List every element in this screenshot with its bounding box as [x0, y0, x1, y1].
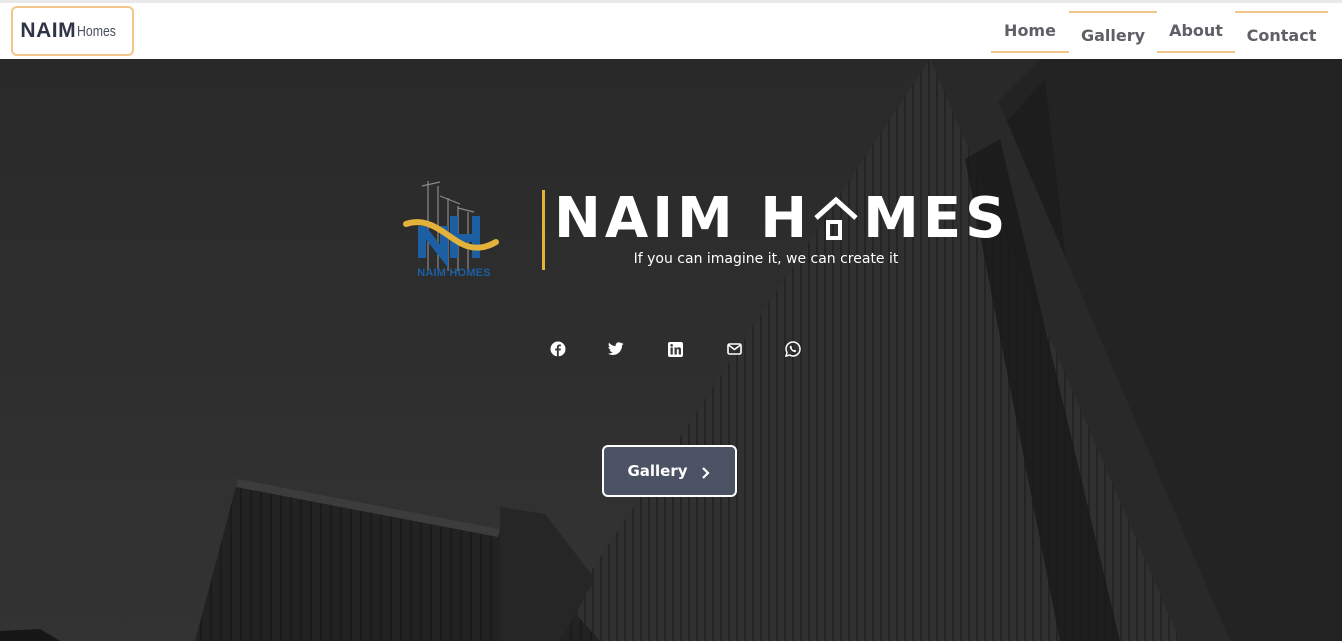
gallery-cta-button[interactable]: Gallery — [602, 445, 737, 497]
hero-title-left: NAIM H — [554, 186, 812, 251]
nav-home-link[interactable]: Home — [991, 11, 1069, 53]
brand-logo[interactable]: NAIM Homes — [11, 6, 134, 56]
nav-contact-link[interactable]: Contact — [1235, 11, 1328, 53]
whatsapp-icon[interactable] — [783, 339, 803, 359]
navbar: NAIM Homes Home Gallery About Contact — [0, 3, 1342, 59]
chevron-right-icon — [700, 465, 712, 479]
gallery-cta-label: Gallery — [627, 462, 688, 480]
hero-title-right: MES — [863, 186, 1010, 251]
title-divider — [542, 190, 545, 270]
facebook-icon[interactable] — [548, 339, 568, 359]
linkedin-icon[interactable] — [665, 339, 685, 359]
hero-tagline: If you can imagine it, we can create it — [633, 251, 899, 267]
hero-title: NAIM H MES — [554, 187, 1009, 251]
mail-icon[interactable] — [724, 339, 744, 359]
emblem-caption: NAIM HOMES — [417, 267, 491, 279]
hero-section: NAIM HOMES NAIM H MES If you can imagine… — [0, 59, 1342, 641]
brand-main-text: NAIM — [20, 19, 77, 42]
nav-gallery-link[interactable]: Gallery — [1069, 11, 1157, 53]
house-icon — [813, 194, 859, 244]
brand-sub-text: Homes — [77, 22, 117, 40]
nav-about-link[interactable]: About — [1157, 11, 1235, 53]
twitter-icon[interactable] — [606, 339, 626, 359]
